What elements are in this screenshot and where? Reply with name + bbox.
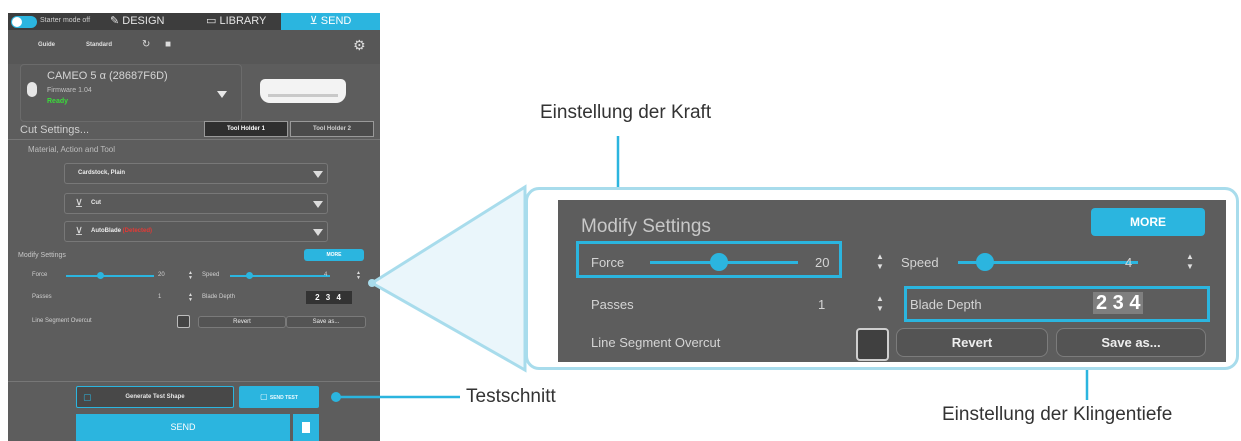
modify-settings-heading: Modify Settings <box>581 216 711 237</box>
passes-value: 1 <box>818 297 826 312</box>
zoom-wedge <box>369 184 527 373</box>
blade-callout: Einstellung der Klingentiefe <box>942 404 1173 425</box>
force-value: 20 <box>815 255 830 270</box>
force-callout: Einstellung der Kraft <box>540 102 712 123</box>
overcut-label: Line Segment Overcut <box>591 335 721 350</box>
passes-label: Passes <box>591 297 634 312</box>
blade-depth-label: Blade Depth <box>910 297 982 312</box>
speed-label: Speed <box>901 255 939 270</box>
force-label: Force <box>591 255 625 270</box>
passes-stepper[interactable]: ▲ ▼ <box>876 294 884 314</box>
save-as-button[interactable]: Save as... <box>1056 328 1206 357</box>
test-callout-dot <box>331 392 341 402</box>
blade-depth-digits: 2 3 4 <box>1093 292 1144 314</box>
speed-value: 4 <box>1125 255 1133 270</box>
overcut-checkbox[interactable] <box>856 328 889 361</box>
force-slider-handle[interactable] <box>710 253 728 271</box>
speed-slider-handle[interactable] <box>976 253 994 271</box>
blade-depth-dial[interactable]: 2 3 4 <box>1093 290 1191 316</box>
revert-button[interactable]: Revert <box>896 328 1048 357</box>
force-stepper[interactable]: ▲ ▼ <box>876 252 884 272</box>
test-callout: Testschnitt <box>466 386 556 407</box>
zoom-anchor <box>368 279 376 287</box>
modify-settings-zoom: Modify Settings MORE Force 20 ▲ ▼ Speed 4… <box>558 200 1226 362</box>
more-button[interactable]: MORE <box>1091 208 1205 236</box>
speed-stepper[interactable]: ▲ ▼ <box>1186 252 1194 272</box>
